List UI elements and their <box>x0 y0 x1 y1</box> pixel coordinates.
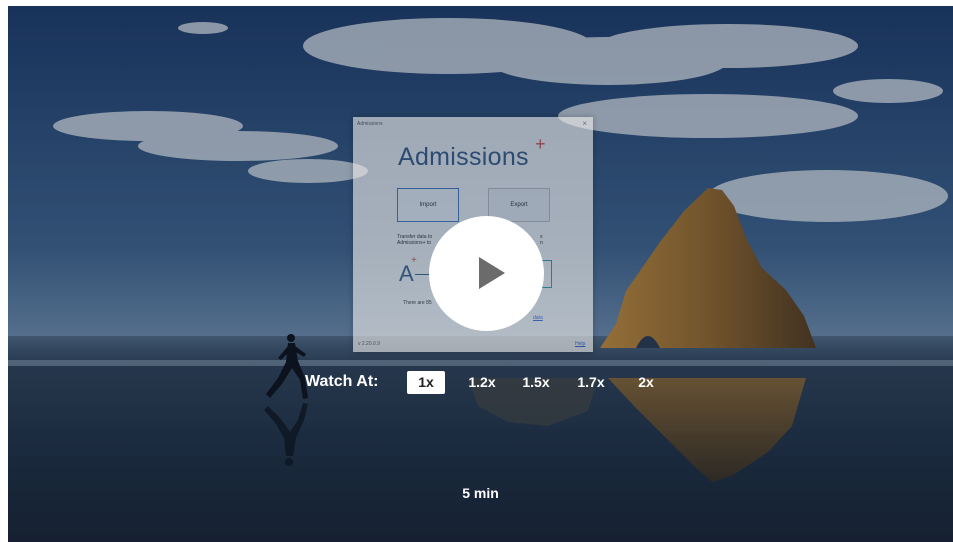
speed-option-1-2x[interactable]: 1.2x <box>463 371 501 394</box>
data-link: data <box>533 315 543 321</box>
info-text-line-2: Admissions+ to <box>397 240 432 246</box>
video-player[interactable]: Admissions × Admissions + Import Export … <box>8 6 953 542</box>
import-button: Import <box>397 188 459 222</box>
logo-plus-mark: + <box>535 134 546 154</box>
admissions-logo: Admissions <box>398 143 529 171</box>
bottom-text: There are 85 <box>403 300 432 306</box>
dialog-titlebar: Admissions × <box>353 117 593 131</box>
video-duration: 5 min <box>462 485 499 501</box>
speed-option-1-7x[interactable]: 1.7x <box>572 371 610 394</box>
dialog-title: Admissions <box>357 121 383 127</box>
close-icon: × <box>582 119 587 128</box>
small-logo-plus: + <box>411 255 417 266</box>
help-link: Help <box>575 341 586 347</box>
speed-option-1x[interactable]: 1x <box>407 371 445 394</box>
info-text-right-2: n <box>540 240 543 246</box>
watch-at-label: Watch At: <box>305 373 379 390</box>
version-label: v 2.20.0.9 <box>358 341 380 347</box>
play-icon <box>479 257 505 289</box>
speed-option-1-5x[interactable]: 1.5x <box>517 371 555 394</box>
speed-option-2x[interactable]: 2x <box>631 371 661 394</box>
playback-speed-selector: Watch At: 1x 1.2x 1.5x 1.7x 2x <box>8 370 953 396</box>
play-button[interactable] <box>429 216 544 331</box>
